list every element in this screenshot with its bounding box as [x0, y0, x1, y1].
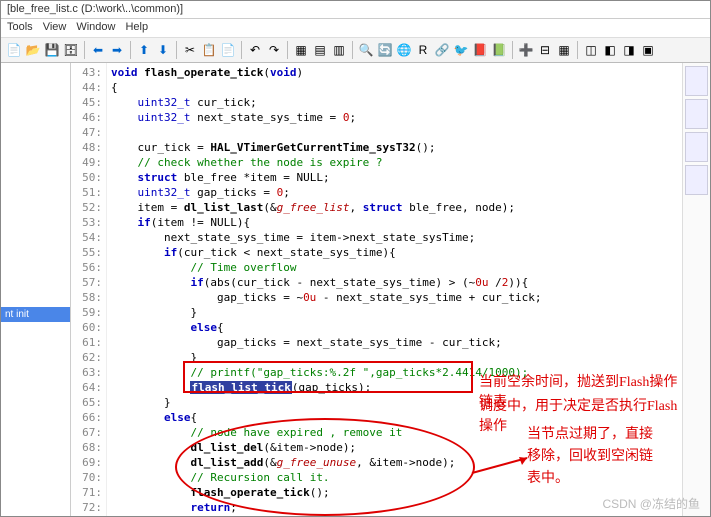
- paste-icon[interactable]: 📄: [219, 41, 237, 59]
- open-icon[interactable]: 📂: [24, 41, 42, 59]
- tool-icon[interactable]: ▦: [292, 41, 310, 59]
- tool2-icon[interactable]: ▤: [311, 41, 329, 59]
- annotation-5: 表中。: [527, 469, 569, 489]
- save-icon[interactable]: 💾: [43, 41, 61, 59]
- book2-icon[interactable]: 📗: [490, 41, 508, 59]
- up-icon[interactable]: ⬆: [135, 41, 153, 59]
- menu-bar: Tools View Window Help: [1, 19, 710, 37]
- search-icon[interactable]: 🔍: [357, 41, 375, 59]
- saveall-icon[interactable]: 🗄: [62, 41, 80, 59]
- menu-tools[interactable]: Tools: [7, 21, 33, 35]
- grid-icon[interactable]: ▦: [555, 41, 573, 59]
- new-icon[interactable]: 📄: [5, 41, 23, 59]
- win3-icon[interactable]: ◨: [620, 41, 638, 59]
- window-title: [ble_free_list.c (D:\work\..\common)]: [1, 1, 710, 19]
- refresh-icon[interactable]: 🔄: [376, 41, 394, 59]
- win1-icon[interactable]: ◫: [582, 41, 600, 59]
- sidebar: nt init: [1, 63, 71, 516]
- menu-help[interactable]: Help: [125, 21, 148, 35]
- cut-icon[interactable]: ✂: [181, 41, 199, 59]
- win4-icon[interactable]: ▣: [639, 41, 657, 59]
- back-icon[interactable]: ⬅: [89, 41, 107, 59]
- annotation-3: 当节点过期了，直接: [527, 425, 653, 445]
- toolbar: 📄 📂 💾 🗄 ⬅ ➡ ⬆ ⬇ ✂ 📋 📄 ↶ ↷ ▦ ▤ ▥ 🔍 🔄 🌐 R …: [1, 37, 710, 63]
- win2-icon[interactable]: ◧: [601, 41, 619, 59]
- menu-window[interactable]: Window: [76, 21, 115, 35]
- down-icon[interactable]: ⬇: [154, 41, 172, 59]
- thumbnail[interactable]: [685, 66, 708, 96]
- thumbnail[interactable]: [685, 132, 708, 162]
- sidebar-item-selected[interactable]: nt init: [1, 307, 70, 322]
- annotation-4: 移除，回收到空闲链: [527, 447, 653, 467]
- minus-icon[interactable]: ⊟: [536, 41, 554, 59]
- link-icon[interactable]: 🔗: [433, 41, 451, 59]
- redo-icon[interactable]: ↷: [265, 41, 283, 59]
- bird-icon[interactable]: 🐦: [452, 41, 470, 59]
- ref-icon[interactable]: R: [414, 41, 432, 59]
- menu-view[interactable]: View: [43, 21, 67, 35]
- sync-icon[interactable]: 🌐: [395, 41, 413, 59]
- code-editor[interactable]: 43:44:45:46:47:48:49:50:51:52:53:54:55:5…: [71, 63, 710, 516]
- line-gutter: 43:44:45:46:47:48:49:50:51:52:53:54:55:5…: [71, 63, 107, 516]
- copy-icon[interactable]: 📋: [200, 41, 218, 59]
- thumbnail-panel: [682, 63, 710, 516]
- forward-icon[interactable]: ➡: [108, 41, 126, 59]
- thumbnail[interactable]: [685, 165, 708, 195]
- plus-icon[interactable]: ➕: [517, 41, 535, 59]
- book-icon[interactable]: 📕: [471, 41, 489, 59]
- thumbnail[interactable]: [685, 99, 708, 129]
- undo-icon[interactable]: ↶: [246, 41, 264, 59]
- watermark: CSDN @冻结的鱼: [602, 495, 700, 512]
- tool3-icon[interactable]: ▥: [330, 41, 348, 59]
- main-area: nt init 43:44:45:46:47:48:49:50:51:52:53…: [1, 63, 710, 516]
- code-area[interactable]: void flash_operate_tick(void) { uint32_t…: [107, 63, 682, 516]
